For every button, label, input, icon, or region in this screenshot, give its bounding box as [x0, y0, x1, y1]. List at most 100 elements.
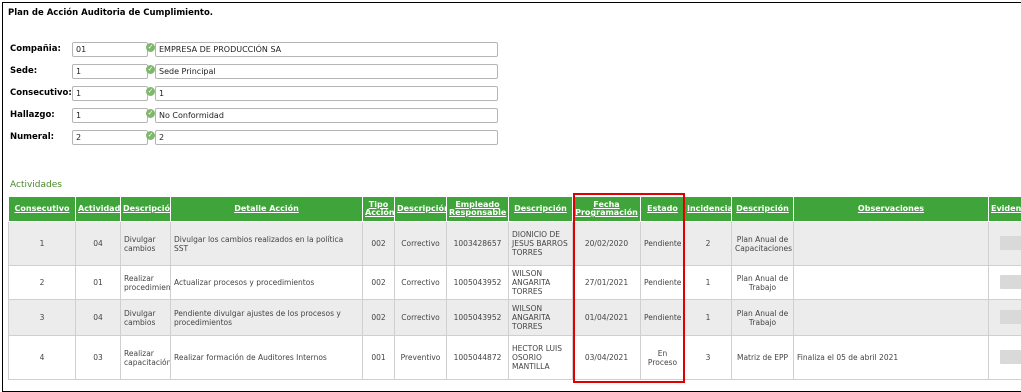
cell-incidencia: 1 [685, 300, 732, 336]
cell-detalle-accion: Realizar formación de Auditores Internos [171, 336, 363, 380]
cell-descripcion-actividad: Divulgar cambios [121, 222, 171, 266]
cell-fecha: 03/04/2021 [573, 336, 641, 380]
cell-fecha: 20/02/2020 [573, 222, 641, 266]
table-row[interactable]: 3 04 Divulgar cambios Pendiente divulgar… [9, 300, 1021, 336]
hallazgo-label: Hallazgo: [10, 110, 55, 120]
cell-estado: Pendiente [641, 222, 685, 266]
cell-descripcion-empleado: WILSON ANGARITA TORRES [509, 300, 573, 336]
cell-descripcion-tipo: Correctivo [395, 222, 447, 266]
table-row[interactable]: 2 01 Realizar procedimiento Actualizar p… [9, 266, 1021, 300]
form-row-compania: Compañia: 01 ✓ EMPRESA DE PRODUCCIÓN SA [10, 42, 500, 57]
cell-empleado: 1005044872 [447, 336, 509, 380]
folder-icon[interactable] [1000, 350, 1021, 364]
cell-incidencia: 1 [685, 266, 732, 300]
cell-descripcion-actividad: Realizar capacitación [121, 336, 171, 380]
cell-evidencia[interactable] [989, 336, 1021, 380]
col-header-tipo-accion[interactable]: Tipo Acción [363, 197, 395, 222]
cell-tipo-accion: 001 [363, 336, 395, 380]
cell-descripcion-empleado: HECTOR LUIS OSORIO MANTILLA [509, 336, 573, 380]
sede-code-field[interactable]: 1 [72, 64, 148, 79]
cell-evidencia[interactable] [989, 300, 1021, 336]
cell-descripcion-tipo: Preventivo [395, 336, 447, 380]
check-icon: ✓ [146, 87, 155, 96]
check-icon: ✓ [146, 131, 155, 140]
hallazgo-code-field[interactable]: 1 [72, 108, 148, 123]
cell-tipo-accion: 002 [363, 300, 395, 336]
cell-fecha: 27/01/2021 [573, 266, 641, 300]
col-header-observaciones[interactable]: Observaciones [794, 197, 989, 222]
form-row-consecutivo: Consecutivo: 1 ✓ 1 [10, 86, 500, 101]
cell-actividad: 04 [76, 222, 121, 266]
table-row[interactable]: 1 04 Divulgar cambios Divulgar los cambi… [9, 222, 1021, 266]
cell-descripcion-tipo: Correctivo [395, 266, 447, 300]
form-row-numeral: Numeral: 2 ✓ 2 [10, 130, 500, 145]
compania-label: Compañia: [10, 44, 61, 54]
check-icon: ✓ [146, 109, 155, 118]
folder-icon[interactable] [1000, 310, 1021, 324]
cell-tipo-accion: 002 [363, 266, 395, 300]
numeral-code-field[interactable]: 2 [72, 130, 148, 145]
col-header-descripcion-actividad[interactable]: Descripción [121, 197, 171, 222]
folder-icon[interactable] [1000, 236, 1021, 250]
numeral-label: Numeral: [10, 132, 54, 142]
cell-evidencia[interactable] [989, 266, 1021, 300]
cell-empleado: 1005043952 [447, 266, 509, 300]
cell-evidencia[interactable] [989, 222, 1021, 266]
col-header-actividad[interactable]: Actividad [76, 197, 121, 222]
col-header-incidencia[interactable]: Incidencia [685, 197, 732, 222]
cell-actividad: 04 [76, 300, 121, 336]
form-row-hallazgo: Hallazgo: 1 ✓ No Conformidad [10, 108, 500, 123]
cell-descripcion-incidencia: Matriz de EPP [732, 336, 794, 380]
cell-descripcion-actividad: Divulgar cambios [121, 300, 171, 336]
activities-table: Consecutivo Actividad Descripción Detall… [8, 196, 1021, 380]
cell-descripcion-incidencia: Plan Anual de Trabajo [732, 300, 794, 336]
cell-detalle-accion: Pendiente divulgar ajustes de los proces… [171, 300, 363, 336]
cell-consecutivo: 1 [9, 222, 76, 266]
check-icon: ✓ [146, 43, 155, 52]
cell-estado: Pendiente [641, 266, 685, 300]
cell-tipo-accion: 002 [363, 222, 395, 266]
compania-code-field[interactable]: 01 [72, 42, 148, 57]
col-header-consecutivo[interactable]: Consecutivo [9, 197, 76, 222]
cell-detalle-accion: Actualizar procesos y procedimientos [171, 266, 363, 300]
folder-icon[interactable] [1000, 275, 1021, 289]
cell-descripcion-incidencia: Plan Anual de Trabajo [732, 266, 794, 300]
table-header-row: Consecutivo Actividad Descripción Detall… [9, 197, 1021, 222]
section-label-actividades: Actividades [10, 180, 62, 190]
col-header-empleado-responsable[interactable]: Empleado Responsable [447, 197, 509, 222]
col-header-descripcion-incidencia[interactable]: Descripción [732, 197, 794, 222]
cell-estado: Pendiente [641, 300, 685, 336]
cell-fecha: 01/04/2021 [573, 300, 641, 336]
cell-observaciones: Finaliza el 05 de abril 2021 [794, 336, 989, 380]
cell-observaciones [794, 222, 989, 266]
cell-descripcion-empleado: WILSON ANGARITA TORRES [509, 266, 573, 300]
form-row-sede: Sede: 1 ✓ Sede Principal [10, 64, 500, 79]
sede-desc-field: Sede Principal [155, 64, 498, 79]
table-row[interactable]: 4 03 Realizar capacitación Realizar form… [9, 336, 1021, 380]
col-header-descripcion-tipo[interactable]: Descripción [395, 197, 447, 222]
consecutivo-code-field[interactable]: 1 [72, 86, 148, 101]
cell-empleado: 1003428657 [447, 222, 509, 266]
cell-detalle-accion: Divulgar los cambios realizados en la po… [171, 222, 363, 266]
cell-observaciones [794, 266, 989, 300]
cell-incidencia: 2 [685, 222, 732, 266]
cell-actividad: 03 [76, 336, 121, 380]
cell-consecutivo: 4 [9, 336, 76, 380]
cell-empleado: 1005043952 [447, 300, 509, 336]
col-header-estado[interactable]: Estado [641, 197, 685, 222]
cell-descripcion-incidencia: Plan Anual de Capacitaciones [732, 222, 794, 266]
check-icon: ✓ [146, 65, 155, 74]
hallazgo-desc-field: No Conformidad [155, 108, 498, 123]
col-header-descripcion-empleado[interactable]: Descripción [509, 197, 573, 222]
consecutivo-label: Consecutivo: [10, 88, 72, 98]
page-title: Plan de Acción Auditoria de Cumplimiento… [8, 8, 213, 18]
cell-estado: En Proceso [641, 336, 685, 380]
consecutivo-desc-field: 1 [155, 86, 498, 101]
col-header-detalle-accion[interactable]: Detalle Acción [171, 197, 363, 222]
cell-consecutivo: 2 [9, 266, 76, 300]
cell-incidencia: 3 [685, 336, 732, 380]
col-header-fecha-programacion[interactable]: Fecha Programación [573, 197, 641, 222]
col-header-evidencia[interactable]: Evidencia [989, 197, 1021, 222]
compania-desc-field: EMPRESA DE PRODUCCIÓN SA [155, 42, 498, 57]
cell-descripcion-actividad: Realizar procedimiento [121, 266, 171, 300]
